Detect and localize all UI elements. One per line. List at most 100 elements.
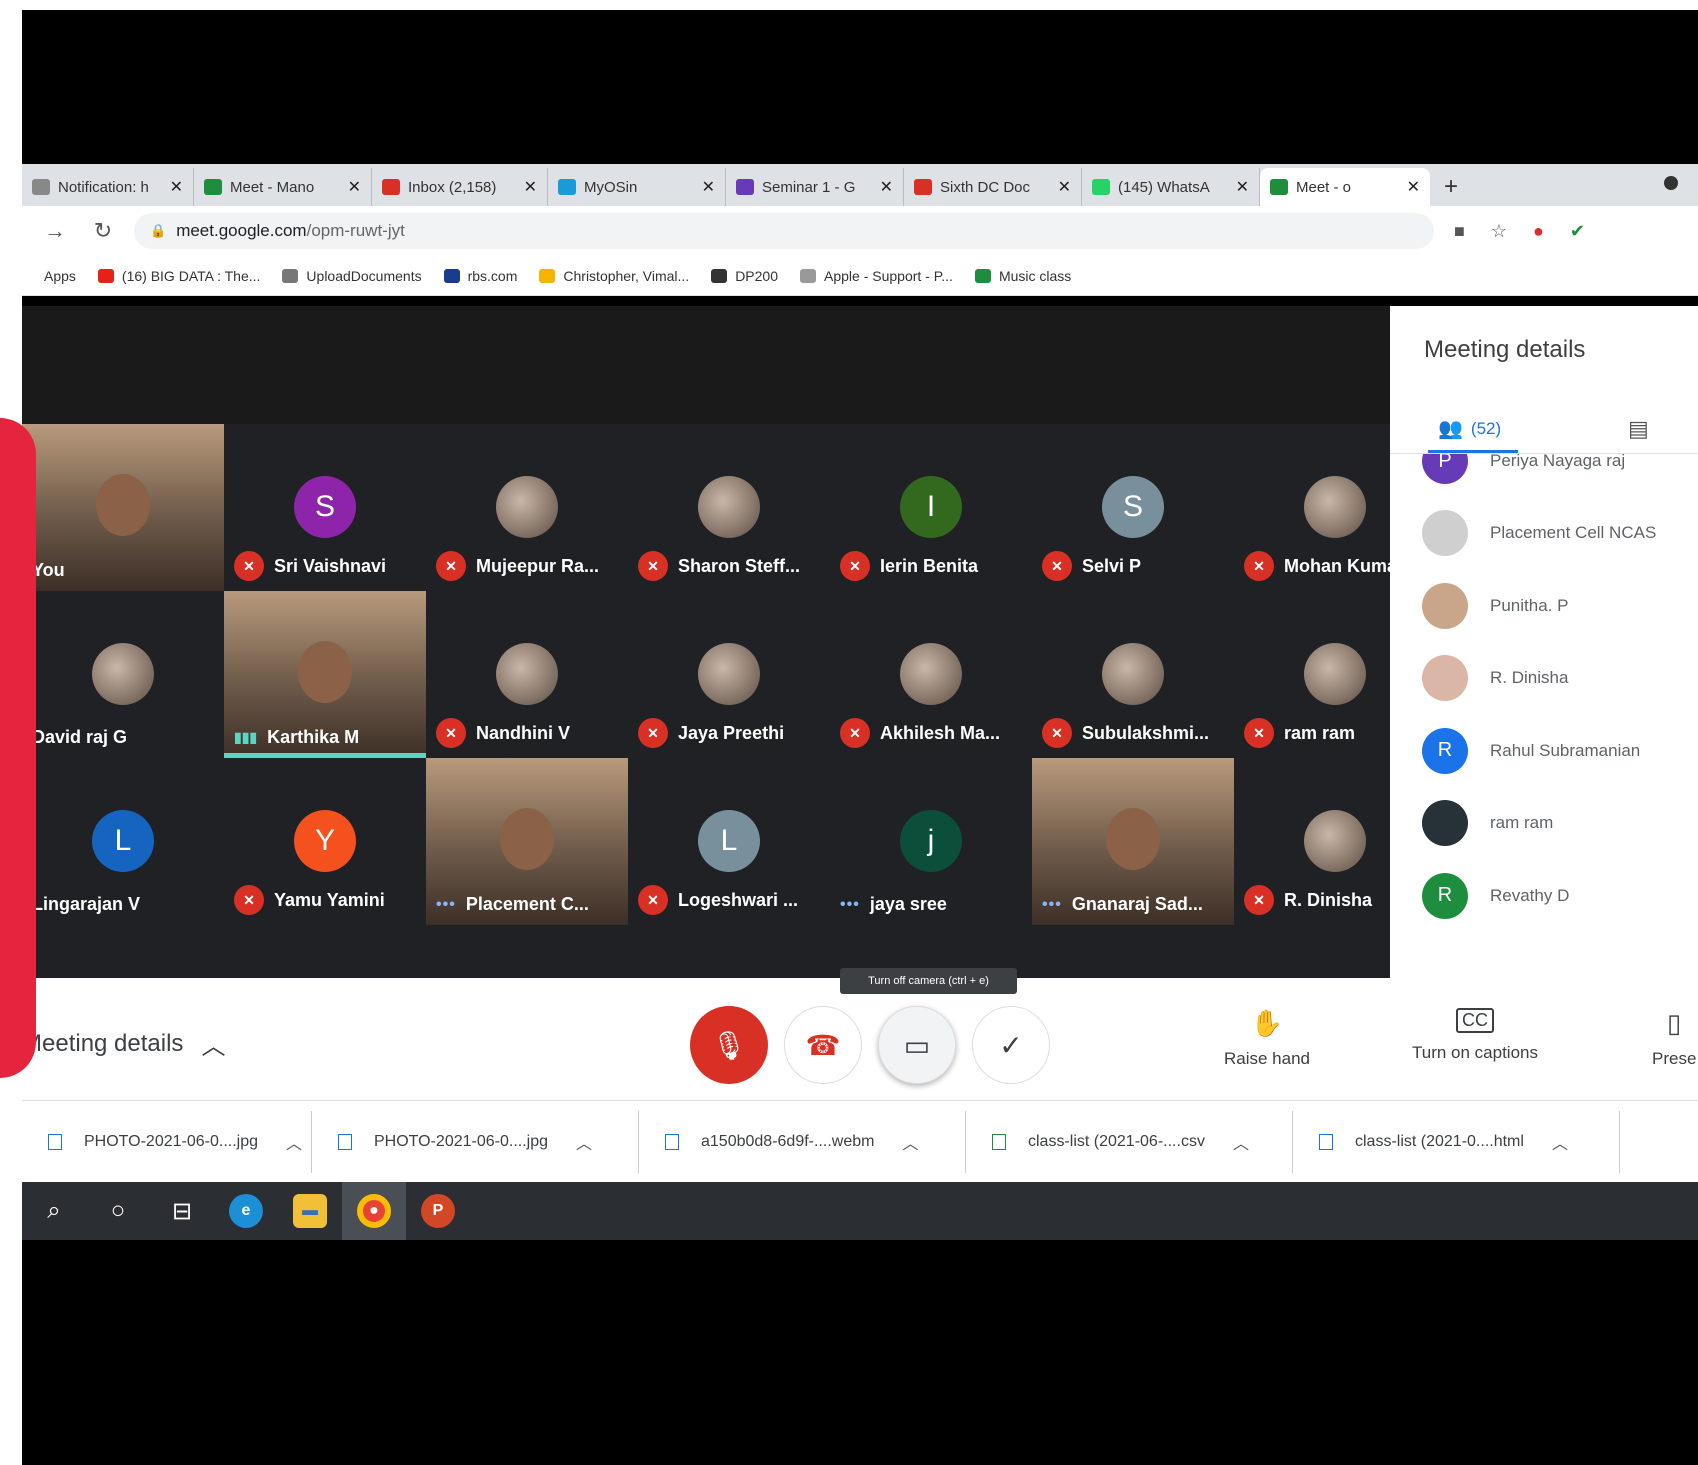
close-icon[interactable]: ✕ [880, 177, 893, 197]
participant-avatar: S [294, 476, 356, 538]
participant-tile[interactable]: ••• Placement C... [426, 758, 628, 925]
browser-tab[interactable]: Seminar 1 - G ✕ [726, 168, 904, 206]
browser-tab[interactable]: (145) WhatsA ✕ [1082, 168, 1260, 206]
extension-record-icon[interactable]: ● [1533, 221, 1544, 242]
participant-name-row: ✕ Akhilesh Ma... [840, 718, 1000, 748]
participant-tile[interactable]: Y ✕ Yamu Yamini [224, 758, 426, 925]
people-list-item[interactable]: Punitha. P [1422, 581, 1568, 631]
participant-tile[interactable]: S ✕ Sri Vaishnavi [224, 424, 426, 591]
people-list-item[interactable]: Placement Cell NCAS [1422, 508, 1656, 558]
reload-icon[interactable]: ↻ [88, 218, 118, 244]
browser-tab[interactable]: Meet - o ✕ [1260, 168, 1430, 206]
bookmark-item[interactable]: DP200 [711, 268, 778, 284]
profile-icon[interactable] [1664, 176, 1678, 190]
extension-check-icon[interactable]: ✔ [1570, 221, 1585, 242]
file-explorer-icon[interactable]: ▬ [278, 1182, 342, 1240]
file-icon [665, 1133, 679, 1150]
browser-tab[interactable]: Notification: h ✕ [22, 168, 194, 206]
participant-tile[interactable]: You [22, 424, 224, 591]
download-item[interactable]: class-list (2021-0....html ︿ [1293, 1110, 1620, 1173]
url-input[interactable]: 🔒 meet.google.com/opm-ruwt-jyt [134, 213, 1434, 249]
participant-tile[interactable]: L ✕ Logeshwari ... [628, 758, 830, 925]
participant-tile[interactable]: ✕ Jaya Preethi [628, 591, 830, 758]
mic-muted-icon: ✕ [1244, 885, 1274, 915]
participant-tile[interactable]: ✕ Sharon Steff... [628, 424, 830, 591]
bookmark-item[interactable]: rbs.com [443, 267, 518, 284]
browser-tab[interactable]: Meet - Mano ✕ [194, 168, 372, 206]
microphone-off-button[interactable]: 🎙 [690, 1006, 768, 1084]
browser-tab[interactable]: Sixth DC Doc ✕ [904, 168, 1082, 206]
close-icon[interactable]: ✕ [1058, 177, 1071, 197]
participant-tile[interactable]: David raj G [22, 591, 224, 758]
download-item[interactable]: PHOTO-2021-06-0....jpg ︿ [312, 1110, 639, 1173]
chevron-up-icon[interactable]: ︿ [1233, 1130, 1249, 1154]
task-view-icon[interactable]: ⊟ [150, 1182, 214, 1240]
bookmark-star-icon[interactable]: ☆ [1491, 221, 1507, 242]
meeting-details-button[interactable]: Meeting details ︿ [22, 1026, 225, 1061]
chrome-icon[interactable]: ● [342, 1182, 406, 1240]
participant-photo [1304, 810, 1366, 872]
participant-tile[interactable]: j ••• jaya sree [830, 758, 1032, 925]
download-item[interactable]: PHOTO-2021-06-0....jpg ︿ [22, 1110, 312, 1173]
close-icon[interactable]: ✕ [702, 177, 715, 197]
cortana-icon[interactable]: ○ [86, 1182, 150, 1240]
close-icon[interactable]: ✕ [1407, 177, 1420, 197]
people-list-item[interactable]: P Periya Nayaga raj [1422, 454, 1625, 486]
new-tab-icon[interactable]: + [1430, 168, 1472, 206]
file-icon [992, 1133, 1006, 1150]
whatsapp-icon [1092, 179, 1110, 195]
bookmark-item[interactable]: UploadDocuments [282, 267, 422, 284]
participant-photo [496, 643, 558, 705]
bookmark-label: UploadDocuments [306, 267, 422, 284]
captions-icon: CC [1456, 1008, 1494, 1033]
people-list-item[interactable]: ram ram [1422, 798, 1553, 848]
close-icon[interactable]: ✕ [1236, 177, 1249, 197]
search-icon[interactable]: ⌕ [22, 1182, 86, 1240]
people-list-item[interactable]: R. Dinisha [1422, 653, 1568, 703]
bookmark-item[interactable]: Music class [974, 268, 1071, 284]
close-icon[interactable]: ✕ [524, 177, 537, 197]
participant-tile[interactable]: ▮▮▮ Karthika M [224, 591, 426, 758]
close-icon[interactable]: ✕ [348, 177, 361, 197]
browser-tab[interactable]: MyOSin ✕ [548, 168, 726, 206]
participant-tile[interactable]: ✕ Akhilesh Ma... [830, 591, 1032, 758]
bookmark-item[interactable]: Christopher, Vimal... [539, 268, 689, 284]
chevron-up-icon[interactable]: ︿ [576, 1130, 592, 1154]
participant-tile[interactable]: L Lingarajan V [22, 758, 224, 925]
check-button[interactable]: ✓ [972, 1006, 1050, 1084]
people-list-item[interactable]: R Rahul Subramanian [1422, 726, 1640, 776]
bookmark-item[interactable]: (16) BIG DATA : The... [97, 268, 260, 284]
chevron-up-icon[interactable]: ︿ [902, 1130, 918, 1154]
present-button[interactable]: ▯ Prese [1652, 1008, 1696, 1069]
participant-tile[interactable]: S ✕ Selvi P [1032, 424, 1234, 591]
participant-tile[interactable]: ✕ Nandhini V [426, 591, 628, 758]
bookmark-item[interactable]: Apple - Support - P... [800, 268, 953, 284]
hand-icon: ✋ [1250, 1008, 1284, 1038]
participant-tile[interactable]: ••• Gnanaraj Sad... [1032, 758, 1234, 925]
camera-indicator-icon[interactable]: ■ [1454, 221, 1465, 242]
edge-icon[interactable]: e [214, 1182, 278, 1240]
participant-name: Yamu Yamini [274, 889, 385, 910]
browser-tab[interactable]: Inbox (2,158) ✕ [372, 168, 548, 206]
participant-tile[interactable]: ✕ Mujeepur Ra... [426, 424, 628, 591]
captions-button[interactable]: CC Turn on captions [1412, 1008, 1538, 1063]
chevron-up-icon[interactable]: ︿ [286, 1130, 302, 1154]
chevron-up-icon[interactable]: ︿ [1552, 1130, 1568, 1154]
chat-icon[interactable]: ▤ [1628, 416, 1649, 442]
download-item[interactable]: a150b0d8-6d9f-....webm ︿ [639, 1110, 966, 1173]
powerpoint-icon[interactable]: P [406, 1182, 470, 1240]
raise-hand-button[interactable]: ✋ Raise hand [1224, 1008, 1310, 1069]
bookmark-label: rbs.com [467, 267, 518, 284]
camera-button[interactable]: ▭ [878, 1006, 956, 1084]
forward-icon[interactable]: → [40, 218, 70, 244]
leave-call-button[interactable]: ☎ [784, 1006, 862, 1084]
close-icon[interactable]: ✕ [170, 177, 183, 197]
tab-people[interactable]: 👥 (52) [1428, 416, 1518, 453]
participant-tile[interactable]: ✕ Subulakshmi... [1032, 591, 1234, 758]
people-list-item[interactable]: R Revathy D [1422, 871, 1569, 921]
participant-name: Karthika M [267, 727, 360, 747]
bookmark-item[interactable]: Apps [44, 268, 76, 284]
download-item[interactable]: class-list (2021-06-....csv ︿ [966, 1110, 1293, 1173]
participant-tile[interactable]: I ✕ Ierin Benita [830, 424, 1032, 591]
file-icon [48, 1133, 62, 1150]
